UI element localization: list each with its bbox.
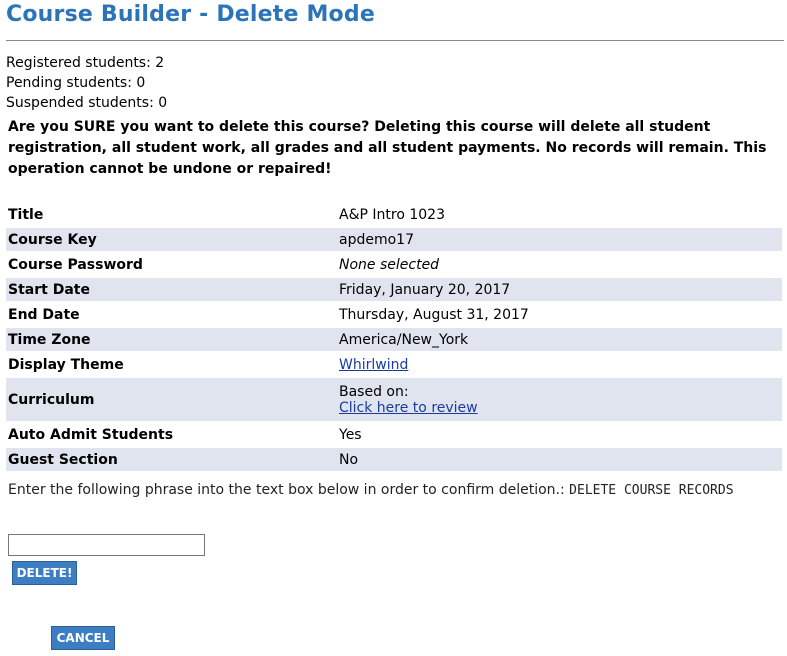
details-row-time-zone: Time Zone America/New_York	[6, 328, 782, 351]
course-details-table: Title A&P Intro 1023 Course Key apdemo17…	[6, 201, 782, 473]
end-date-label: End Date	[8, 306, 80, 323]
confirm-phrase: DELETE COURSE RECORDS	[569, 483, 734, 498]
course-key-value: apdemo17	[337, 228, 782, 251]
auto-admit-value: Yes	[339, 426, 362, 443]
course-key-label: Course Key	[6, 228, 337, 251]
time-zone-label: Time Zone	[6, 328, 337, 351]
delete-button[interactable]: DELETE!	[12, 561, 77, 585]
guest-section-label: Guest Section	[6, 448, 337, 471]
details-row-end-date: End Date Thursday, August 31, 2017	[6, 303, 782, 326]
title-divider	[6, 40, 784, 41]
confirm-instruction-text: Enter the following phrase into the text…	[8, 482, 565, 498]
course-password-value: None selected	[339, 256, 440, 273]
auto-admit-label: Auto Admit Students	[8, 426, 174, 443]
display-theme-label: Display Theme	[8, 356, 124, 373]
start-date-value: Friday, January 20, 2017	[337, 278, 782, 301]
details-row-title: Title A&P Intro 1023	[6, 203, 782, 226]
guest-section-value: No	[337, 448, 782, 471]
registered-students-count: Registered students: 2	[6, 55, 165, 71]
end-date-value: Thursday, August 31, 2017	[339, 306, 529, 323]
details-row-curriculum: Curriculum Based on: Click here to revie…	[6, 378, 782, 421]
curriculum-based-on: Based on:	[339, 383, 409, 400]
title-label: Title	[8, 206, 44, 223]
suspended-students-count: Suspended students: 0	[6, 95, 168, 111]
title-value: A&P Intro 1023	[339, 206, 445, 223]
student-counts: Registered students: 2 Pending students:…	[6, 53, 167, 113]
confirm-phrase-input[interactable]	[8, 534, 205, 556]
cancel-button[interactable]: CANCEL	[51, 626, 115, 650]
course-password-label: Course Password	[8, 256, 143, 273]
details-row-start-date: Start Date Friday, January 20, 2017	[6, 278, 782, 301]
details-row-course-password: Course Password None selected	[6, 253, 782, 276]
details-row-course-key: Course Key apdemo17	[6, 228, 782, 251]
delete-warning: Are you SURE you want to delete this cou…	[8, 119, 767, 177]
confirm-instruction: Enter the following phrase into the text…	[8, 482, 734, 498]
display-theme-link[interactable]: Whirlwind	[339, 357, 408, 373]
curriculum-review-link[interactable]: Click here to review	[339, 400, 478, 416]
start-date-label: Start Date	[6, 278, 337, 301]
details-row-guest-section: Guest Section No	[6, 448, 782, 471]
curriculum-label: Curriculum	[6, 378, 337, 421]
details-row-display-theme: Display Theme Whirlwind	[6, 353, 782, 376]
time-zone-value: America/New_York	[337, 328, 782, 351]
pending-students-count: Pending students: 0	[6, 75, 146, 91]
details-row-auto-admit: Auto Admit Students Yes	[6, 423, 782, 446]
page-title: Course Builder - Delete Mode	[6, 2, 375, 27]
